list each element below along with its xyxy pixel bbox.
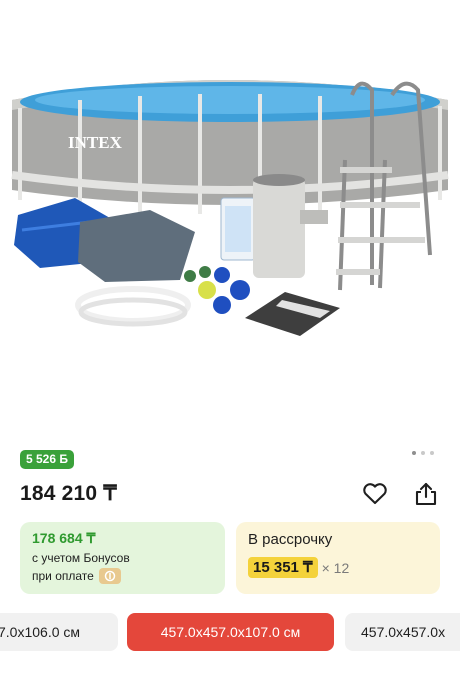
share-icon <box>415 482 437 506</box>
gallery-dot[interactable] <box>430 451 434 455</box>
bonus-price-amount: 178 684 ₸ <box>32 530 96 546</box>
heart-outline-icon <box>363 483 387 505</box>
bonus-payment-label: при оплате <box>32 569 94 583</box>
bonus-price-card[interactable]: 178 684 ₸ с учетом Бонусов при оплате <box>20 522 225 594</box>
installment-card[interactable]: В рассрочку 15 351 ₸ × 12 <box>236 522 440 594</box>
size-selector: 7.0x106.0 см 457.0x457.0x107.0 см 457.0x… <box>0 613 460 651</box>
size-option-selected[interactable]: 457.0x457.0x107.0 см <box>127 613 334 651</box>
bonus-points-badge: 5 526 Б <box>20 450 74 469</box>
bonus-price-note: с учетом Бонусов <box>32 551 130 565</box>
gallery-pagination <box>412 451 434 455</box>
gallery-dot[interactable] <box>421 451 425 455</box>
product-price: 184 210 ₸ <box>20 482 117 505</box>
intex-logo: INTEX <box>68 133 123 152</box>
bonus-payment-row: при оплате <box>32 568 213 584</box>
favorite-button[interactable] <box>360 479 390 509</box>
pool-set-illustration: INTEX <box>11 80 449 336</box>
size-option[interactable]: 7.0x106.0 см <box>0 613 118 651</box>
product-image[interactable]: INTEX <box>0 0 460 440</box>
installment-title: В рассрочку <box>248 531 333 548</box>
installment-amount: 15 351 ₸ <box>248 557 318 578</box>
gallery-dot[interactable] <box>412 451 416 455</box>
installment-multiplier: × 12 <box>321 559 350 576</box>
size-option[interactable]: 457.0x457.0x <box>345 613 460 651</box>
installment-row: 15 351 ₸ × 12 <box>248 557 428 578</box>
share-button[interactable] <box>411 479 441 509</box>
payment-method-icon <box>98 568 121 584</box>
